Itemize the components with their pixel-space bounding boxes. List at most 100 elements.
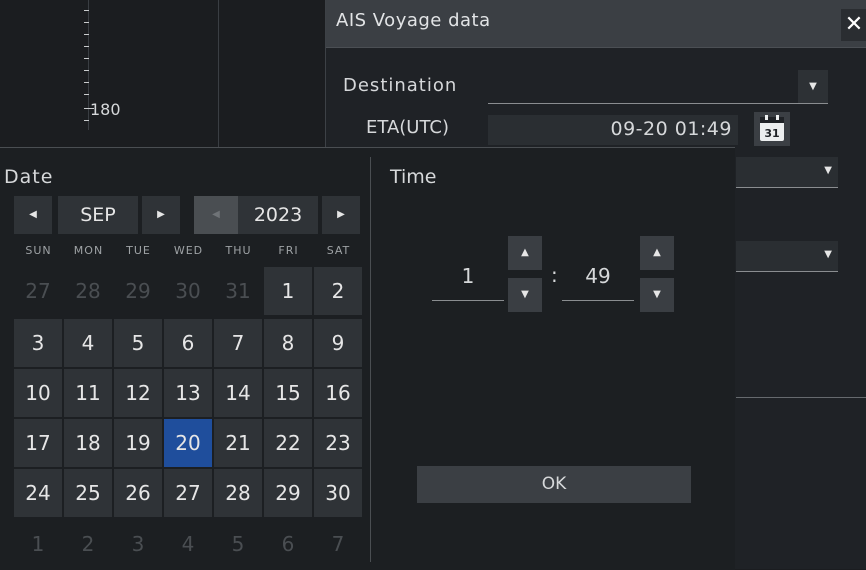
calendar-day-outside: 29	[125, 279, 151, 303]
weekday-label: WED	[173, 244, 204, 257]
calendar-day-selected[interactable]: 20	[164, 419, 212, 467]
calendar-day[interactable]: 6	[164, 319, 212, 367]
calendar-day[interactable]: 26	[114, 469, 162, 517]
triangle-left-icon: ◀	[29, 209, 37, 220]
calendar-day[interactable]: 17	[14, 419, 62, 467]
picker-divider	[370, 157, 371, 562]
close-icon: ✕	[844, 12, 864, 37]
time-separator: :	[551, 263, 558, 287]
eta-value: 09-20 01:49	[610, 118, 732, 140]
calendar-day[interactable]: 18	[64, 419, 112, 467]
calendar-day-outside: 27	[25, 279, 51, 303]
next-month-button[interactable]: ▶	[142, 196, 180, 234]
calendar-day-outside: 5	[231, 532, 245, 556]
dialog-titlebar: AIS Voyage data ✕	[326, 0, 866, 48]
calendar-day-outside: 7	[331, 532, 345, 556]
destination-field[interactable]: ▼	[488, 70, 828, 104]
triangle-down-icon: ▼	[809, 81, 817, 92]
calendar-day-outside: 2	[81, 532, 95, 556]
triangle-down-icon: ▼	[521, 289, 529, 300]
dialog-dropdown[interactable]: ▼	[736, 157, 838, 188]
scale-tick	[84, 94, 89, 95]
calendar-day[interactable]: 5	[114, 319, 162, 367]
scale-label: 180	[90, 100, 121, 119]
calendar-icon-label: 31	[764, 127, 779, 140]
eta-field[interactable]: 09-20 01:49	[488, 115, 738, 145]
destination-dropdown-button[interactable]: ▼	[798, 70, 828, 103]
scale-tick	[84, 46, 89, 47]
datetime-picker: Date Time ◀ SEP ▶ ◀ 2023 ▶ SUN MON TUE WED T…	[0, 147, 735, 570]
weekday-label: TUE	[126, 244, 151, 257]
triangle-down-icon: ▼	[824, 249, 832, 260]
calendar-button[interactable]: 31	[754, 112, 790, 146]
triangle-right-icon: ▶	[157, 209, 165, 220]
calendar-day-outside: 31	[225, 279, 251, 303]
calendar-day[interactable]: 10	[14, 369, 62, 417]
triangle-down-icon: ▼	[824, 165, 832, 176]
calendar-day[interactable]: 23	[314, 419, 362, 467]
calendar-day[interactable]: 1	[264, 267, 312, 315]
dialog-dropdown[interactable]: ▼	[736, 241, 838, 272]
calendar-day[interactable]: 22	[264, 419, 312, 467]
calendar-icon: 31	[760, 115, 784, 141]
calendar-day[interactable]: 28	[214, 469, 262, 517]
triangle-left-icon: ◀	[212, 209, 220, 220]
calendar-day[interactable]: 24	[14, 469, 62, 517]
calendar-day[interactable]: 4	[64, 319, 112, 367]
weekday-label: THU	[225, 244, 252, 257]
hour-up-button[interactable]: ▲	[508, 236, 542, 270]
close-button[interactable]: ✕	[841, 9, 866, 41]
date-heading: Date	[4, 166, 54, 188]
scale-tick	[84, 58, 89, 59]
minute-value[interactable]: 49	[562, 252, 634, 301]
calendar-day[interactable]: 27	[164, 469, 212, 517]
hour-value[interactable]: 1	[432, 252, 504, 301]
triangle-up-icon: ▲	[521, 247, 529, 258]
calendar-day[interactable]: 21	[214, 419, 262, 467]
dialog-title: AIS Voyage data	[336, 10, 491, 31]
calendar-day[interactable]: 25	[64, 469, 112, 517]
eta-label: ETA(UTC)	[366, 117, 450, 138]
calendar-day[interactable]: 8	[264, 319, 312, 367]
month-display: SEP	[58, 196, 138, 234]
scale-tick	[84, 70, 89, 71]
prev-month-button[interactable]: ◀	[14, 196, 52, 234]
calendar-day[interactable]: 16	[314, 369, 362, 417]
weekday-label: MON	[73, 244, 104, 257]
scale-tick	[84, 34, 89, 35]
scale-tick	[84, 82, 89, 83]
calendar-day[interactable]: 7	[214, 319, 262, 367]
scale-tick	[84, 120, 89, 121]
calendar-day-outside: 30	[175, 279, 201, 303]
calendar-day[interactable]: 30	[314, 469, 362, 517]
calendar-day[interactable]: 11	[64, 369, 112, 417]
calendar-day[interactable]: 29	[264, 469, 312, 517]
calendar-day-outside: 1	[31, 532, 45, 556]
destination-label: Destination	[343, 75, 458, 96]
ok-button[interactable]: OK	[417, 466, 691, 503]
hour-down-button[interactable]: ▼	[508, 278, 542, 312]
time-heading: Time	[390, 166, 437, 188]
triangle-right-icon: ▶	[337, 209, 345, 220]
calendar-day[interactable]: 12	[114, 369, 162, 417]
calendar-day[interactable]: 9	[314, 319, 362, 367]
scale-tick	[84, 10, 89, 11]
weekday-label: SUN	[25, 244, 52, 257]
next-year-button[interactable]: ▶	[322, 196, 360, 234]
calendar-day[interactable]: 13	[164, 369, 212, 417]
scale-axis-line	[88, 0, 89, 130]
calendar-day[interactable]: 14	[214, 369, 262, 417]
year-display: 2023	[238, 196, 318, 234]
minute-up-button[interactable]: ▲	[640, 236, 674, 270]
calendar-day[interactable]: 3	[14, 319, 62, 367]
calendar-day-outside: 4	[181, 532, 195, 556]
calendar-day[interactable]: 19	[114, 419, 162, 467]
calendar-day-outside: 28	[75, 279, 101, 303]
minute-down-button[interactable]: ▼	[640, 278, 674, 312]
scale-tick	[84, 22, 89, 23]
calendar-day-outside: 3	[131, 532, 145, 556]
triangle-down-icon: ▼	[653, 289, 661, 300]
calendar-day[interactable]: 15	[264, 369, 312, 417]
calendar-day[interactable]: 2	[314, 267, 362, 315]
prev-year-button[interactable]: ◀	[194, 196, 238, 234]
